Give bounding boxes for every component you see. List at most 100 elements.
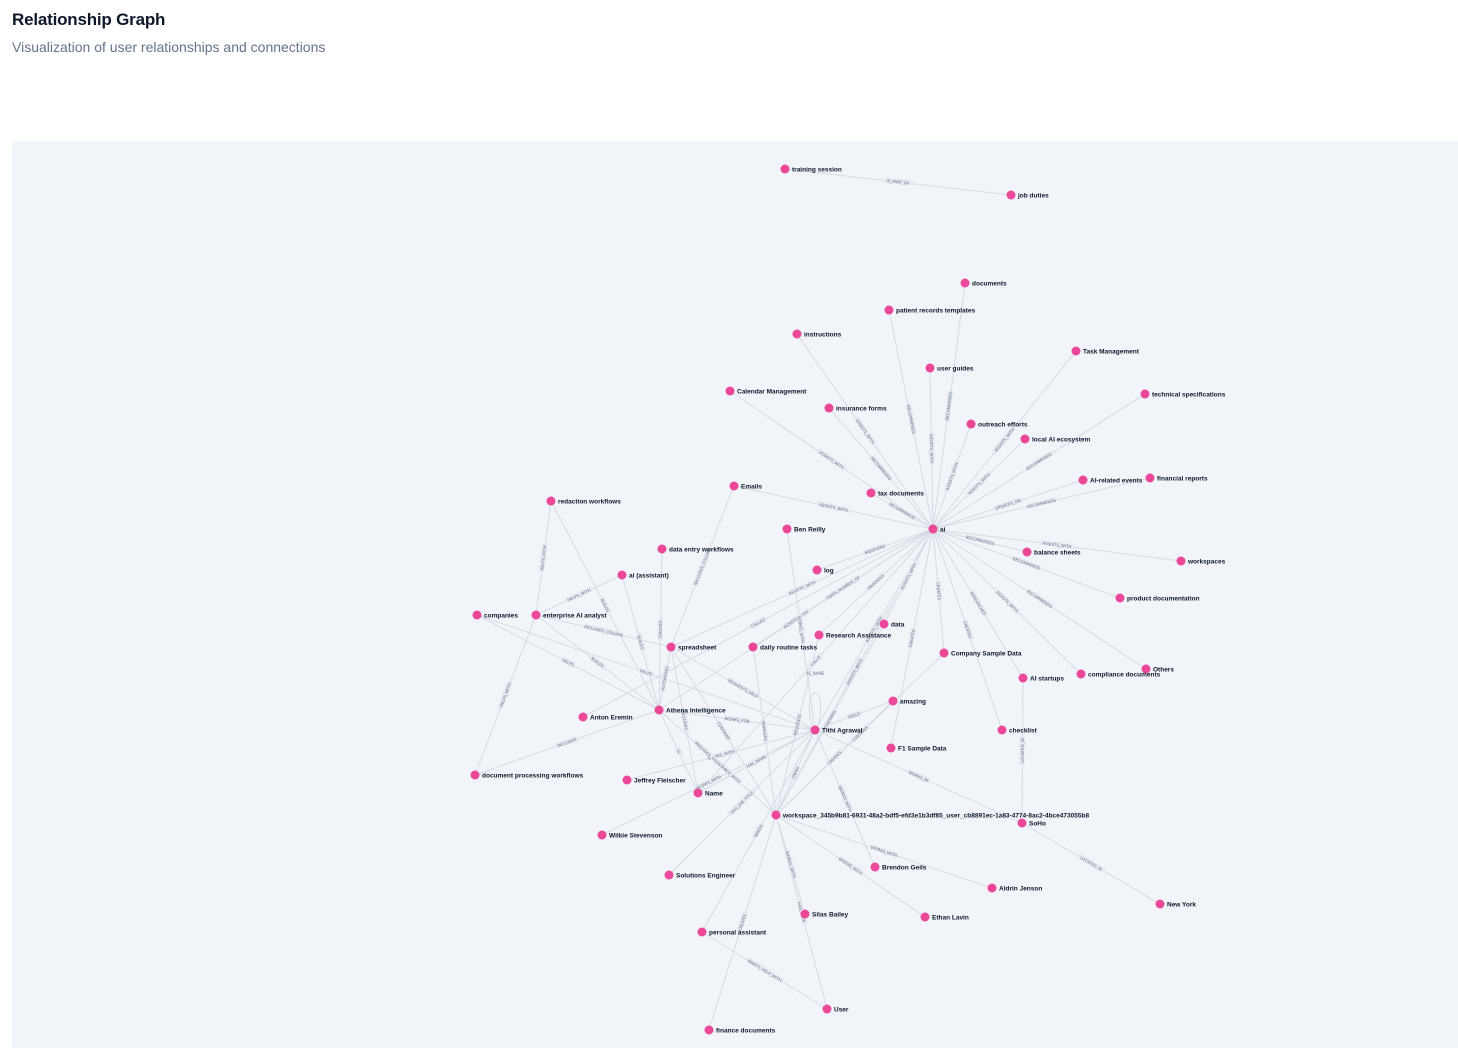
graph-node-amazing[interactable]: amazing: [888, 696, 927, 706]
node-dot[interactable]: [822, 1004, 832, 1014]
graph-node-insurance-forms[interactable]: insurance forms: [824, 403, 887, 413]
graph-node-ethan-lavin[interactable]: Ethan Lavin: [920, 912, 969, 922]
node-dot[interactable]: [780, 164, 790, 174]
graph-node-workspace[interactable]: workspace_345b9b81-6931-48a2-bdf5-efd3e1…: [771, 810, 1090, 820]
graph-node-financial-reports[interactable]: financial reports: [1145, 473, 1208, 483]
graph-node-spreadsheet[interactable]: spreadsheet: [666, 642, 718, 652]
graph-node-brendon-geils[interactable]: Brendon Geils: [870, 862, 927, 872]
graph-node-compliance-documents[interactable]: compliance documents: [1076, 669, 1161, 679]
relationship-graph-panel[interactable]: IS_PART_OF RECOMMENDS RECOMMENDS ASSISTS_WI…: [12, 141, 1458, 1048]
node-dot[interactable]: [666, 642, 676, 652]
graph-node-workspaces[interactable]: workspaces: [1176, 556, 1226, 566]
graph-node-calendar-management[interactable]: Calendar Management: [725, 386, 808, 396]
graph-node-local-ai[interactable]: local AI ecosystem: [1020, 434, 1091, 444]
node-dot[interactable]: [697, 927, 707, 937]
node-dot[interactable]: [654, 705, 664, 715]
node-dot[interactable]: [810, 725, 820, 735]
graph-node-jeffrey-fleischer[interactable]: Jeffrey Fleischer: [622, 775, 687, 785]
node-dot[interactable]: [960, 278, 970, 288]
node-dot[interactable]: [1140, 389, 1150, 399]
node-dot[interactable]: [920, 912, 930, 922]
node-dot[interactable]: [664, 870, 674, 880]
node-dot[interactable]: [531, 610, 541, 620]
node-dot[interactable]: [748, 642, 758, 652]
graph-node-training-session[interactable]: training session: [780, 164, 842, 174]
graph-node-task-management[interactable]: Task Management: [1071, 346, 1140, 356]
graph-node-tithi-agrawal[interactable]: Tithi Agrawal: [810, 725, 863, 735]
graph-node-company-sample-data[interactable]: Company Sample Data: [939, 648, 1022, 658]
node-dot[interactable]: [1006, 190, 1016, 200]
node-dot[interactable]: [1076, 669, 1086, 679]
node-dot[interactable]: [546, 496, 556, 506]
node-dot[interactable]: [725, 386, 735, 396]
graph-node-wilkie-stevenson[interactable]: Wilkie Stevenson: [597, 830, 663, 840]
node-dot[interactable]: [771, 810, 781, 820]
graph-node-name[interactable]: Name: [693, 788, 724, 798]
node-dot[interactable]: [928, 524, 938, 534]
node-dot[interactable]: [1078, 475, 1088, 485]
node-dot[interactable]: [870, 862, 880, 872]
graph-node-anton-eremin[interactable]: Anton Eremin: [578, 712, 633, 722]
graph-node-checklist[interactable]: checklist: [997, 725, 1038, 735]
node-dot[interactable]: [782, 524, 792, 534]
node-dot[interactable]: [866, 488, 876, 498]
graph-node-ben-reilly[interactable]: Ben Reilly: [782, 524, 826, 534]
graph-node-outreach-efforts[interactable]: outreach efforts: [966, 419, 1028, 429]
graph-node-f1-sample-data[interactable]: F1 Sample Data: [886, 743, 947, 753]
node-dot[interactable]: [1071, 346, 1081, 356]
node-dot[interactable]: [472, 610, 482, 620]
graph-node-solutions-engineer[interactable]: Solutions Engineer: [664, 870, 736, 880]
node-dot[interactable]: [1022, 547, 1032, 557]
relationship-graph-canvas[interactable]: IS_PART_OFRECOMMENDSRECOMMENDSASSISTS_WI…: [12, 141, 1458, 1048]
graph-node-soho[interactable]: SoHo: [1017, 818, 1047, 828]
node-dot[interactable]: [597, 830, 607, 840]
graph-node-ai-events[interactable]: AI-related events: [1078, 475, 1143, 485]
graph-node-user-guides[interactable]: user guides: [925, 363, 974, 373]
node-dot[interactable]: [617, 570, 627, 580]
node-dot[interactable]: [729, 481, 739, 491]
graph-node-data-entry-workflows[interactable]: data entry workflows: [657, 544, 735, 554]
node-dot[interactable]: [814, 630, 824, 640]
graph-node-product-documentation[interactable]: product documentation: [1115, 593, 1200, 603]
graph-node-log[interactable]: log: [812, 565, 834, 575]
graph-node-document-processing-workflows[interactable]: document processing workflows: [470, 770, 584, 780]
graph-node-emails[interactable]: Emails: [729, 481, 763, 491]
graph-node-ai-assistant[interactable]: ai (assistant): [617, 570, 669, 580]
node-dot[interactable]: [888, 696, 898, 706]
graph-node-aldrin-jenson[interactable]: Aldrin Jenson: [987, 883, 1043, 893]
graph-node-silas-bailey[interactable]: Silas Bailey: [800, 909, 849, 919]
node-dot[interactable]: [1020, 434, 1030, 444]
node-dot[interactable]: [987, 883, 997, 893]
node-dot[interactable]: [997, 725, 1007, 735]
graph-node-athena-intelligence[interactable]: Athena Intelligence: [654, 705, 726, 715]
graph-node-patient-records[interactable]: patient records templates: [884, 305, 976, 315]
node-dot[interactable]: [704, 1025, 714, 1035]
graph-node-documents[interactable]: documents: [960, 278, 1008, 288]
graph-node-balance-sheets[interactable]: balance sheets: [1022, 547, 1081, 557]
node-dot[interactable]: [1155, 899, 1165, 909]
node-dot[interactable]: [824, 403, 834, 413]
node-dot[interactable]: [470, 770, 480, 780]
node-dot[interactable]: [693, 788, 703, 798]
node-dot[interactable]: [1017, 818, 1027, 828]
node-dot[interactable]: [792, 329, 802, 339]
node-dot[interactable]: [1145, 473, 1155, 483]
graph-node-job-duties[interactable]: job duties: [1006, 190, 1050, 200]
node-dot[interactable]: [622, 775, 632, 785]
node-dot[interactable]: [925, 363, 935, 373]
node-dot[interactable]: [939, 648, 949, 658]
node-dot[interactable]: [1018, 673, 1028, 683]
graph-node-user[interactable]: User: [822, 1004, 849, 1014]
graph-node-companies[interactable]: companies: [472, 610, 519, 620]
node-dot[interactable]: [1115, 593, 1125, 603]
graph-node-data[interactable]: data: [879, 619, 905, 629]
graph-node-new-york[interactable]: New York: [1155, 899, 1197, 909]
node-dot[interactable]: [812, 565, 822, 575]
node-dot[interactable]: [1176, 556, 1186, 566]
graph-node-finance-documents[interactable]: finance documents: [704, 1025, 776, 1035]
graph-node-enterprise-ai-analyst[interactable]: enterprise AI analyst: [531, 610, 608, 620]
graph-node-research-assistance[interactable]: Research Assistance: [814, 630, 892, 640]
graph-node-ai-startups[interactable]: AI startups: [1018, 673, 1065, 683]
node-dot[interactable]: [879, 619, 889, 629]
node-dot[interactable]: [800, 909, 810, 919]
